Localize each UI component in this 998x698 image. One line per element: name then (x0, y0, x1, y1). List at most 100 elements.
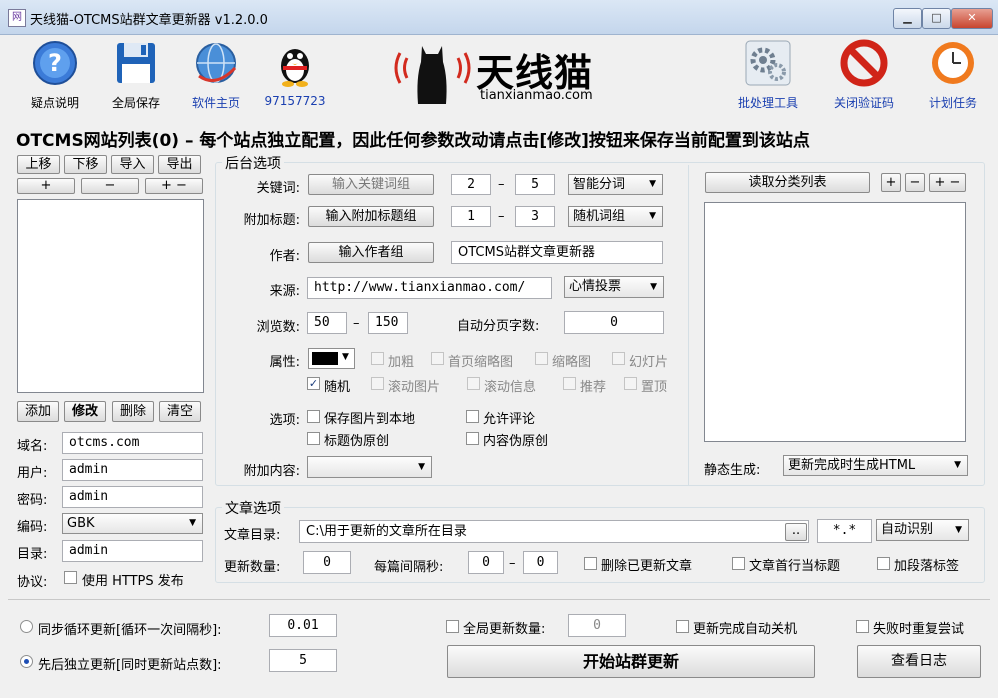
edit-site-button[interactable]: 修改 (64, 401, 106, 422)
schedule-tool[interactable]: 计划任务 (920, 38, 986, 111)
content-original-checkbox[interactable] (466, 432, 479, 445)
qq-label[interactable]: 97157723 (262, 94, 328, 108)
schedule-label[interactable]: 计划任务 (920, 94, 986, 111)
color-picker[interactable]: ▼ (308, 348, 355, 369)
interval-max-input[interactable]: 0 (523, 551, 558, 574)
directory-input[interactable]: admin (62, 540, 203, 562)
global-count-checkbox[interactable] (446, 620, 459, 633)
read-category-button[interactable]: 读取分类列表 (705, 172, 870, 193)
interval-min-input[interactable]: 0 (468, 551, 504, 574)
source-input[interactable]: http://www.tianxianmao.com/ (307, 277, 552, 299)
sync-mode-radio[interactable] (20, 620, 33, 633)
interval-label: 每篇间隔秒: (374, 560, 444, 575)
save-tool[interactable]: 全局保存 (103, 38, 169, 111)
clear-sites-button[interactable]: 清空 (159, 401, 201, 422)
sync-interval-input[interactable]: 0.01 (269, 614, 337, 637)
protocol-label: 协议: (17, 575, 48, 590)
start-update-button[interactable]: 开始站群更新 (447, 645, 815, 678)
maximize-button[interactable]: □ (922, 8, 951, 29)
list-plusminus-button[interactable]: + − (145, 178, 203, 194)
delete-site-button[interactable]: 删除 (112, 401, 154, 422)
export-button[interactable]: 导出 (158, 155, 201, 174)
scroll-image-checkbox[interactable] (371, 377, 384, 390)
page-heading: OTCMS网站列表(0) – 每个站点独立配置，因此任何参数改动请点击[修改]按… (16, 131, 810, 151)
encoding-detect-select[interactable]: 自动识别 ▼ (876, 519, 969, 541)
user-input[interactable]: admin (62, 459, 203, 481)
extra-title-min-input[interactable]: 1 (451, 206, 491, 227)
top-label: 置顶 (641, 380, 668, 395)
article-dir-input[interactable]: C:\用于更新的文章所在目录 (299, 520, 809, 543)
paragraph-tag-checkbox[interactable] (877, 557, 890, 570)
close-button[interactable]: ✕ (951, 8, 993, 29)
category-minus-button[interactable]: − (905, 173, 925, 192)
top-checkbox[interactable] (624, 377, 637, 390)
qq-tool[interactable]: 97157723 (262, 38, 328, 108)
domain-input[interactable]: otcms.com (62, 432, 203, 454)
keyword-max-input[interactable]: 5 (515, 174, 555, 195)
file-ext-input[interactable]: *.* (817, 519, 872, 543)
concurrent-sites-input[interactable]: 5 (269, 649, 337, 672)
home-label[interactable]: 软件主页 (183, 94, 249, 111)
minimize-button[interactable]: ▁ (893, 8, 922, 29)
delete-updated-checkbox[interactable] (584, 557, 597, 570)
help-tool[interactable]: ? 疑点说明 (22, 38, 88, 111)
scroll-image-label: 滚动图片 (388, 380, 441, 395)
import-button[interactable]: 导入 (111, 155, 154, 174)
extra-title-max-input[interactable]: 3 (515, 206, 555, 227)
scroll-info-checkbox[interactable] (467, 377, 480, 390)
https-checkbox[interactable] (64, 571, 77, 584)
batch-label[interactable]: 批处理工具 (735, 94, 801, 111)
move-down-button[interactable]: 下移 (64, 155, 107, 174)
global-count-input[interactable]: 0 (568, 614, 626, 637)
home-tool[interactable]: 软件主页 (183, 38, 249, 111)
slide-checkbox[interactable] (612, 352, 625, 365)
encoding-select[interactable]: GBK ▼ (62, 513, 203, 534)
vote-select[interactable]: 心情投票 ▼ (564, 276, 664, 298)
random-checkbox[interactable]: ✓ (307, 377, 320, 390)
retry-checkbox[interactable] (856, 620, 869, 633)
recommend-label: 推荐 (580, 380, 607, 395)
brand-logo: 天线猫 tianxianmao.com (390, 38, 600, 108)
auto-shutdown-checkbox[interactable] (676, 620, 689, 633)
list-plus-button[interactable]: + (17, 178, 75, 194)
category-plus-button[interactable]: + (881, 173, 901, 192)
batch-tool[interactable]: 批处理工具 (735, 38, 801, 111)
category-list[interactable] (704, 202, 966, 442)
sequential-mode-radio[interactable] (20, 655, 33, 668)
home-thumb-checkbox[interactable] (431, 352, 444, 365)
list-minus-button[interactable]: − (81, 178, 139, 194)
add-site-button[interactable]: 添加 (17, 401, 59, 422)
keyword-group-button[interactable]: 输入关键词组 (308, 174, 434, 195)
append-content-select[interactable]: ▼ (307, 456, 432, 478)
paging-input[interactable]: 0 (564, 311, 664, 334)
view-log-button[interactable]: 查看日志 (857, 645, 981, 678)
gears-icon (743, 38, 793, 88)
views-max-input[interactable]: 150 (368, 312, 408, 334)
extra-title-button[interactable]: 输入附加标题组 (308, 206, 434, 227)
move-up-button[interactable]: 上移 (17, 155, 60, 174)
update-count-input[interactable]: 0 (303, 551, 351, 574)
author-input[interactable]: OTCMS站群文章更新器 (451, 241, 663, 264)
browse-button[interactable]: .. (785, 523, 807, 541)
title-original-checkbox[interactable] (307, 432, 320, 445)
save-image-checkbox[interactable] (307, 410, 320, 423)
bold-checkbox[interactable] (371, 352, 384, 365)
slide-label: 幻灯片 (629, 355, 669, 370)
author-group-button[interactable]: 输入作者组 (308, 242, 434, 263)
captcha-label[interactable]: 关闭验证码 (831, 94, 897, 111)
recommend-checkbox[interactable] (563, 377, 576, 390)
thumb-checkbox[interactable] (535, 352, 548, 365)
keyword-min-input[interactable]: 2 (451, 174, 491, 195)
append-content-label: 附加内容: (243, 464, 300, 479)
password-input[interactable]: admin (62, 486, 203, 508)
allow-comment-checkbox[interactable] (466, 410, 479, 423)
site-list[interactable] (17, 199, 204, 393)
extra-title-mode-select[interactable]: 随机词组 ▼ (568, 206, 663, 227)
keyword-mode-select[interactable]: 智能分词 ▼ (568, 174, 663, 195)
first-line-title-checkbox[interactable] (732, 557, 745, 570)
captcha-tool[interactable]: 关闭验证码 (831, 38, 897, 111)
category-plusminus-button[interactable]: + − (929, 173, 966, 192)
encoding-label: 编码: (17, 520, 48, 535)
views-min-input[interactable]: 50 (307, 312, 347, 334)
static-gen-select[interactable]: 更新完成时生成HTML ▼ (783, 455, 968, 476)
